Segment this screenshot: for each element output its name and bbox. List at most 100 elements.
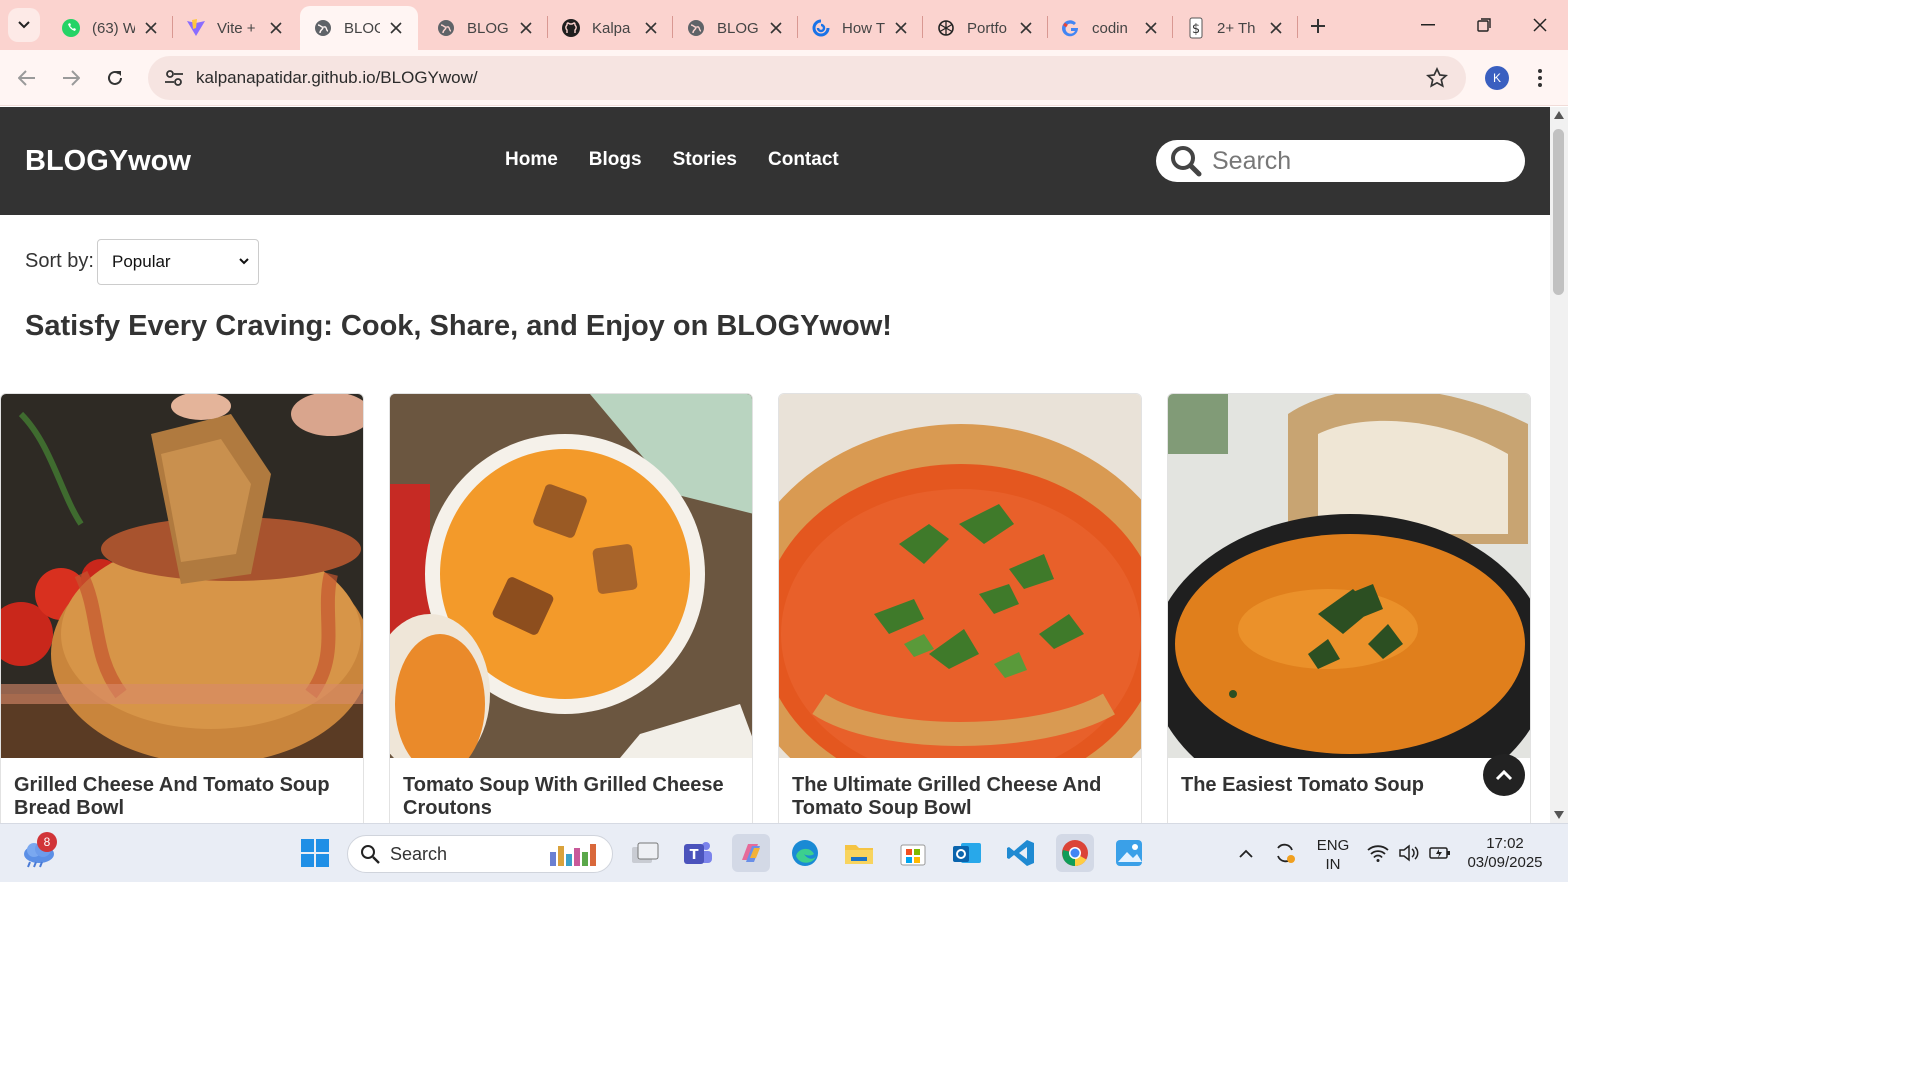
site-logo[interactable]: BLOGYwow [25,145,191,178]
recipe-title[interactable]: The Ultimate Grilled Cheese And Tomato S… [792,774,1128,820]
recipe-image-bread-bowl[interactable] [1,394,363,758]
outlook-app[interactable] [948,834,986,872]
recipe-card[interactable]: Tomato Soup With Grilled Cheese Croutons [389,393,753,823]
language-indicator[interactable]: ENG IN [1313,836,1353,874]
sort-selected-value: Popular [112,252,171,271]
nav-contact-link[interactable]: Contact [768,149,839,171]
scroll-down-arrow-icon[interactable] [1554,811,1564,819]
recipe-title[interactable]: Grilled Cheese And Tomato Soup Bread Bow… [14,774,350,820]
vscode-app[interactable] [1002,834,1040,872]
copilot-icon [742,844,760,862]
tab-title: (63) W [92,19,135,37]
page-headline: Satisfy Every Craving: Cook, Share, and … [25,310,892,342]
windows-taskbar: 8 Search T ENG IN 17:02 03/09/2025 [0,823,1568,882]
site-info-icon[interactable] [152,69,196,87]
tab-whatsapp[interactable]: (63) W [48,6,173,50]
teams-app[interactable]: T [679,834,717,872]
tab-title: BLOG [717,19,759,37]
volume-button[interactable] [1393,834,1425,872]
arrow-right-icon [63,70,80,86]
language-region: IN [1325,856,1341,873]
chrome-icon [1062,840,1088,867]
minimize-button[interactable] [1400,0,1456,50]
tab-vite[interactable]: Vite + [173,6,298,50]
file-explorer-app[interactable] [840,834,878,872]
tab-separator [1297,16,1298,38]
scroll-to-top-button[interactable] [1483,754,1525,796]
browser-menu-button[interactable] [1530,64,1550,92]
close-icon[interactable] [266,18,286,38]
recipe-title[interactable]: The Easiest Tomato Soup [1181,774,1517,797]
taskbar-search-label: Search [390,843,448,864]
restore-button[interactable] [1456,0,1512,50]
nav-blogs-link[interactable]: Blogs [589,149,642,171]
clock[interactable]: 17:02 03/09/2025 [1462,834,1548,872]
windows-logo-icon [301,839,329,867]
close-icon[interactable] [1016,18,1036,38]
show-hidden-icons-button[interactable] [1228,834,1264,872]
sync-status-button[interactable] [1267,834,1303,872]
forward-button[interactable] [55,62,87,94]
clock-time: 17:02 [1486,835,1524,852]
battery-button[interactable] [1424,834,1456,872]
page-scrollbar[interactable] [1550,107,1568,823]
task-view-button[interactable] [626,834,664,872]
tab-blog[interactable]: BLOG [673,6,798,50]
recipe-card[interactable]: The Ultimate Grilled Cheese And Tomato S… [778,393,1142,823]
close-icon [1533,18,1547,32]
close-icon[interactable] [641,18,661,38]
profile-avatar[interactable]: K [1485,66,1509,90]
tab-portfolio[interactable]: Portfo [923,6,1048,50]
chevron-down-icon [18,21,30,29]
search-input[interactable] [1212,146,1502,176]
close-icon[interactable] [386,18,406,38]
scroll-up-arrow-icon[interactable] [1554,111,1564,119]
tab-google[interactable]: codin [1048,6,1173,50]
tab-blog-active[interactable]: BLOG [300,6,418,50]
reload-button[interactable] [99,62,131,94]
github-icon [560,17,582,39]
copilot-app[interactable] [732,834,770,872]
sort-select[interactable]: Popular [97,239,259,285]
edge-app[interactable] [786,834,824,872]
browser-toolbar: kalpanapatidar.github.io/BLOGYwow/ [0,50,1568,106]
nav-home-link[interactable]: Home [505,149,558,171]
start-button[interactable] [296,834,334,872]
address-bar[interactable]: kalpanapatidar.github.io/BLOGYwow/ [148,56,1466,100]
tab-title: BLOG [344,19,380,37]
scrollbar-thumb[interactable] [1553,129,1564,295]
photos-app[interactable] [1110,834,1148,872]
new-tab-button[interactable] [1304,12,1332,40]
close-icon[interactable] [1141,18,1161,38]
close-icon[interactable] [891,18,911,38]
folder-icon [845,845,873,864]
taskbar-search[interactable]: Search [347,835,613,873]
close-icon[interactable] [766,18,786,38]
recipe-image-easiest-soup[interactable] [1168,394,1530,758]
tab-dollar[interactable]: $ 2+ Th [1173,6,1298,50]
tab-how[interactable]: How T [798,6,923,50]
wifi-button[interactable] [1362,834,1394,872]
tab-search-button[interactable] [8,8,40,42]
recipe-image-croutons[interactable] [390,394,752,758]
tab-github[interactable]: Kalpa [548,6,673,50]
sort-label: Sort by: [25,250,94,272]
tab-blog[interactable]: BLOG [423,6,548,50]
svg-text:$: $ [1192,22,1200,37]
recipe-card[interactable]: Grilled Cheese And Tomato Soup Bread Bow… [0,393,364,823]
close-icon[interactable] [516,18,536,38]
store-icon [900,844,926,866]
microsoft-store-app[interactable] [894,834,932,872]
back-button[interactable] [11,62,43,94]
close-icon[interactable] [1266,18,1286,38]
recipe-image-soup-bowl[interactable] [779,394,1141,758]
recipe-title[interactable]: Tomato Soup With Grilled Cheese Croutons [403,774,739,820]
battery-icon [1429,847,1450,859]
whatsapp-icon [60,17,82,39]
nav-stories-link[interactable]: Stories [673,149,737,171]
recipe-card[interactable]: The Easiest Tomato Soup [1167,393,1531,823]
chrome-app[interactable] [1056,834,1094,872]
close-icon[interactable] [141,18,161,38]
bookmark-star-icon[interactable] [1425,66,1449,94]
close-window-button[interactable] [1512,0,1568,50]
